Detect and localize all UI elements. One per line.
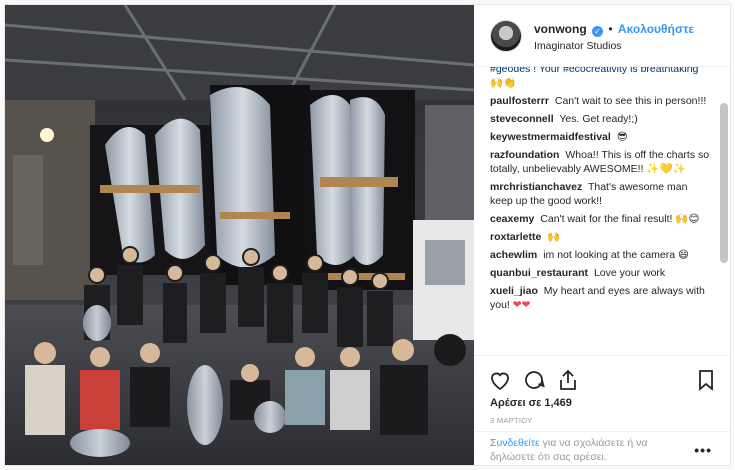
comment-username[interactable]: ceaxemy	[490, 213, 534, 225]
comment-emoji: 🙌👏	[490, 77, 517, 89]
username-link[interactable]: vonwong	[534, 22, 587, 36]
login-prompt: Συνδεθείτε για να σχολιάσετε ή να δηλώσε…	[474, 431, 730, 465]
comment-item: roxtarlette 🙌	[490, 230, 712, 244]
comments-scroll-area: #geodes ! Your #ecocreativity is breatht…	[490, 67, 712, 316]
comment-item: keywestmermaidfestival 😎	[490, 130, 712, 144]
user-line: vonwong ✓ • Ακολουθήστε	[534, 22, 694, 37]
comment-emoji: 😄	[678, 249, 689, 261]
comment-item: xueli_jiao My heart and eyes are always …	[490, 284, 712, 312]
share-icon[interactable]	[556, 368, 580, 392]
post-side-panel: vonwong ✓ • Ακολουθήστε Imaginator Studi…	[474, 5, 730, 465]
comment-emoji: ✨💛✨	[646, 163, 686, 175]
comment-item: paulfosterrr Can't wait to see this in p…	[490, 94, 712, 108]
comment-text: Love your work	[593, 267, 666, 279]
comments-scrollbar[interactable]	[720, 103, 728, 263]
comment-username[interactable]: achewlim	[490, 249, 537, 261]
comment-username[interactable]: keywestmermaidfestival	[490, 131, 611, 143]
location-link[interactable]: Imaginator Studios	[534, 40, 622, 52]
comment-emoji: 🙌😊	[675, 213, 700, 225]
comment-item: ceaxemy Can't wait for the final result!…	[490, 212, 712, 226]
comment-emoji: 🙌	[547, 231, 561, 243]
comment-username[interactable]: steveconnell	[490, 113, 554, 125]
comment-item: razfoundation Whoa!! This is off the cha…	[490, 148, 712, 176]
separator-dot: •	[608, 22, 613, 36]
comment-username[interactable]: mrchristianchavez	[490, 181, 582, 193]
post-header: vonwong ✓ • Ακολουθήστε Imaginator Studi…	[474, 5, 730, 67]
post-actions: Αρέσει σε 1,469 3 ΜΑΡΤΙΟΥ	[474, 355, 730, 431]
comment-text: im not looking at the camera	[543, 249, 676, 261]
comment-icon[interactable]	[522, 368, 546, 392]
post-photo[interactable]	[5, 5, 474, 465]
comment-item: achewlim im not looking at the camera 😄	[490, 248, 712, 262]
login-text: Συνδεθείτε για να σχολιάσετε ή να δηλώσε…	[490, 436, 680, 464]
comment-text: Can't wait for the final result!	[540, 213, 673, 225]
comment-username[interactable]: paulfosterrr	[490, 95, 549, 107]
heart-icon[interactable]	[488, 368, 512, 392]
comment-emoji: 😎	[616, 131, 628, 143]
comment-username[interactable]: xueli_jiao	[490, 285, 538, 297]
instagram-post: vonwong ✓ • Ακολουθήστε Imaginator Studi…	[4, 4, 731, 466]
comment-item: quanbui_restaurant Love your work	[490, 266, 712, 280]
follow-button[interactable]: Ακολουθήστε	[618, 22, 694, 36]
comment-item: mrchristianchavez That's awesome man kee…	[490, 180, 712, 208]
comment-item: steveconnell Yes. Get ready!;)	[490, 112, 712, 126]
bookmark-icon[interactable]	[694, 368, 718, 392]
comment-text[interactable]: #geodes ! Your #ecocreativity is breatht…	[490, 67, 698, 75]
comment-text: Yes. Get ready!;)	[559, 113, 638, 125]
more-options-button[interactable]: •••	[694, 442, 712, 458]
avatar[interactable]	[490, 20, 522, 52]
comment-username[interactable]: roxtarlette	[490, 231, 541, 243]
comment-item: #geodes ! Your #ecocreativity is breatht…	[490, 67, 712, 90]
comment-text: Can't wait to see this in person!!!	[554, 95, 707, 107]
group-photo-illustration	[5, 5, 474, 465]
comment-username[interactable]: razfoundation	[490, 149, 559, 161]
verified-badge-icon: ✓	[592, 26, 604, 37]
comments-list[interactable]: #geodes ! Your #ecocreativity is breatht…	[474, 67, 730, 355]
login-link[interactable]: Συνδεθείτε	[490, 437, 540, 449]
comment-username[interactable]: quanbui_restaurant	[490, 267, 588, 279]
post-date: 3 ΜΑΡΤΙΟΥ	[490, 416, 533, 425]
comment-emoji: ❤❤	[512, 299, 531, 311]
likes-count[interactable]: Αρέσει σε 1,469	[490, 397, 572, 409]
